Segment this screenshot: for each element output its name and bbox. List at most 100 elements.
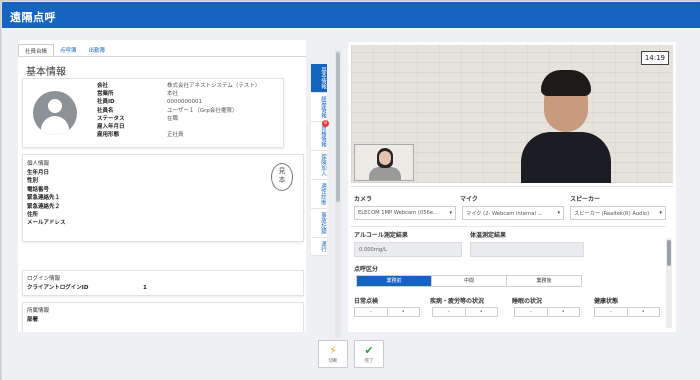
basic-info-values: 株式会社アネストシステム（テスト） 本社 0000000001 ユーザー１（Gr… xyxy=(167,82,283,139)
employee-panel: 社員台帳 点呼簿 出勤簿 基本情報 会社 営業所 社員ID 社員名 ステータス … xyxy=(18,40,306,332)
field-key: 営業所 xyxy=(97,91,114,98)
camera-select[interactable]: ELECOM 1MP Webcam (056e... ▾ xyxy=(354,206,456,220)
chevron-down-icon: ▾ xyxy=(659,210,662,216)
app-title: 遠隔点呼 xyxy=(10,11,56,24)
avatar-head xyxy=(48,99,62,113)
client-login-value: 1 xyxy=(143,285,147,291)
vtab-label: 基本情報 xyxy=(320,67,326,89)
check-option[interactable]: - xyxy=(515,308,548,316)
complete-button-label: 完了 xyxy=(364,359,374,364)
checkmark-icon: ✔ xyxy=(364,344,374,357)
call-timer: 14:19 xyxy=(640,51,669,65)
vtab-operation[interactable]: 運行 xyxy=(311,238,327,256)
check-label: 疾病・疲労等の状況 xyxy=(430,298,485,305)
speaker-select[interactable]: スピーカー (Realtek(R) Audio) ▾ xyxy=(570,206,666,220)
avatar-body xyxy=(41,116,69,135)
check-option[interactable]: - xyxy=(433,308,466,316)
rollcall-option-after-work[interactable]: 業務後 xyxy=(507,276,581,286)
vtab-career[interactable]: 経歴情報 xyxy=(311,93,327,122)
alcohol-label: アルコール測定結果 xyxy=(354,232,408,239)
check-option[interactable]: - xyxy=(355,308,388,316)
vtab-label: 事故記録 xyxy=(320,212,326,234)
vtab-aptitude[interactable]: 適性診断 xyxy=(311,180,327,209)
personal-info-item: メールアドレス xyxy=(27,220,66,227)
field-key: 雇入年月日 xyxy=(97,124,125,131)
self-view-video[interactable] xyxy=(354,144,414,181)
personal-info-item: 生年月日 xyxy=(27,170,50,176)
mic-select[interactable]: マイク (2- Webcam internal ... ▾ xyxy=(462,206,564,220)
basic-info-card: 会社 営業所 社員ID 社員名 ステータス 雇入年月日 雇用形態 株式会社アネス… xyxy=(22,78,284,148)
pip-body xyxy=(369,167,401,180)
field-value: 本社 xyxy=(167,91,179,98)
personal-info-title: 個人情報 xyxy=(27,161,50,167)
check-toggle[interactable]: - • xyxy=(432,307,498,317)
check-toggle[interactable]: - • xyxy=(594,307,660,317)
employee-tabs: 社員台帳 点呼簿 出勤簿 xyxy=(18,44,111,56)
affiliation-title: 所属情報 xyxy=(27,308,50,314)
remote-driver-video xyxy=(521,70,611,183)
rollcall-type-toggle: 業務前 中間 業務後 xyxy=(356,275,582,287)
personal-info-card: 個人情報 生年月日 性別 電話番号 緊急連絡先１ 緊急連絡先２ 住所 メールアド… xyxy=(22,154,304,242)
field-value: 株式会社アネストシステム（テスト） xyxy=(167,83,261,89)
check-option[interactable]: • xyxy=(627,308,659,316)
vtab-label: 経歴情報 xyxy=(320,96,326,118)
video-feed: 14:19 xyxy=(351,45,673,183)
field-value: ユーザー１（Grp会社権限） xyxy=(167,107,238,114)
chevron-down-icon: ▾ xyxy=(557,210,560,216)
login-info-card: ログイン情報 クライアントログインID 1 xyxy=(22,270,304,296)
sample-stamp-text: 見本 xyxy=(278,167,286,184)
right-scrollbar[interactable] xyxy=(666,238,672,328)
tab-rollcall-book[interactable]: 点呼簿 xyxy=(54,44,83,56)
check-option[interactable]: • xyxy=(547,308,579,316)
field-value xyxy=(167,123,283,131)
rollcall-option-midway[interactable]: 中間 xyxy=(432,276,507,286)
rollcall-panel: 14:19 カメラ ELECOM 1MP Webcam (056e... ▾ マイ… xyxy=(348,42,676,332)
speaker-select-value: スピーカー (Realtek(R) Audio) xyxy=(574,211,650,217)
field-key: 社員ID xyxy=(97,99,115,106)
vtab-accident[interactable]: 事故記録 xyxy=(311,209,327,238)
person-hair xyxy=(541,70,591,96)
check-option[interactable]: • xyxy=(387,308,419,316)
check-label: 日常点検 xyxy=(354,298,379,305)
check-toggle[interactable]: - • xyxy=(514,307,580,317)
complete-button[interactable]: ✔ 完了 xyxy=(354,340,384,368)
field-key: ステータス xyxy=(97,115,125,122)
scroll-thumb[interactable] xyxy=(667,240,671,266)
basic-info-keys: 会社 営業所 社員ID 社員名 ステータス 雇入年月日 雇用形態 xyxy=(97,82,167,139)
field-key: 会社 xyxy=(97,83,109,89)
tab-employee-ledger[interactable]: 社員台帳 xyxy=(18,44,55,56)
tab-attendance-book[interactable]: 出勤簿 xyxy=(83,44,112,56)
pip-face xyxy=(379,151,391,165)
alcohol-result-field: 0.000mg/L xyxy=(354,242,462,257)
mic-select-value: マイク (2- Webcam internal ... xyxy=(466,211,543,217)
disconnect-button[interactable]: ⚡ 切断 xyxy=(318,340,348,368)
tab-divider xyxy=(18,56,306,57)
rollcall-option-before-work[interactable]: 業務前 xyxy=(357,276,432,286)
temperature-label: 体温測定結果 xyxy=(470,232,507,239)
divider xyxy=(350,186,674,187)
client-login-label: クライアントログインID xyxy=(27,285,89,291)
field-value: 在職 xyxy=(167,115,179,122)
vtab-basic-info[interactable]: 基本情報 xyxy=(311,64,327,93)
check-toggle[interactable]: - • xyxy=(354,307,420,317)
vtab-label: 資格情報 xyxy=(320,125,326,147)
vtab-insurance[interactable]: 保険加入 xyxy=(311,151,327,180)
left-scrollbar[interactable] xyxy=(335,50,341,338)
scroll-thumb[interactable] xyxy=(336,52,340,202)
vertical-tabs: 基本情報 経歴情報 資格情報 8 保険加入 適性診断 事故記録 運行 xyxy=(311,64,329,256)
login-info-title: ログイン情報 xyxy=(27,276,61,282)
check-option[interactable]: - xyxy=(595,308,628,316)
disconnect-icon: ⚡ xyxy=(329,344,337,357)
sample-stamp: 見本 xyxy=(271,163,293,191)
personal-info-item: 住所 xyxy=(27,212,39,219)
vtab-qualification[interactable]: 資格情報 8 xyxy=(311,120,329,151)
personal-info-list: 生年月日 性別 電話番号 緊急連絡先１ 緊急連絡先２ 住所 メールアドレス xyxy=(27,169,66,228)
divider xyxy=(350,226,666,227)
field-value: 正社員 xyxy=(167,132,184,139)
personal-info-item: 緊急連絡先２ xyxy=(27,203,61,210)
field-key: 雇用形態 xyxy=(97,132,120,139)
vtab-label: 保険加入 xyxy=(320,154,326,176)
main-content: 社員台帳 点呼簿 出勤簿 基本情報 会社 営業所 社員ID 社員名 ステータス … xyxy=(2,28,700,380)
basic-info-title: 基本情報 xyxy=(26,67,66,78)
check-option[interactable]: • xyxy=(465,308,497,316)
